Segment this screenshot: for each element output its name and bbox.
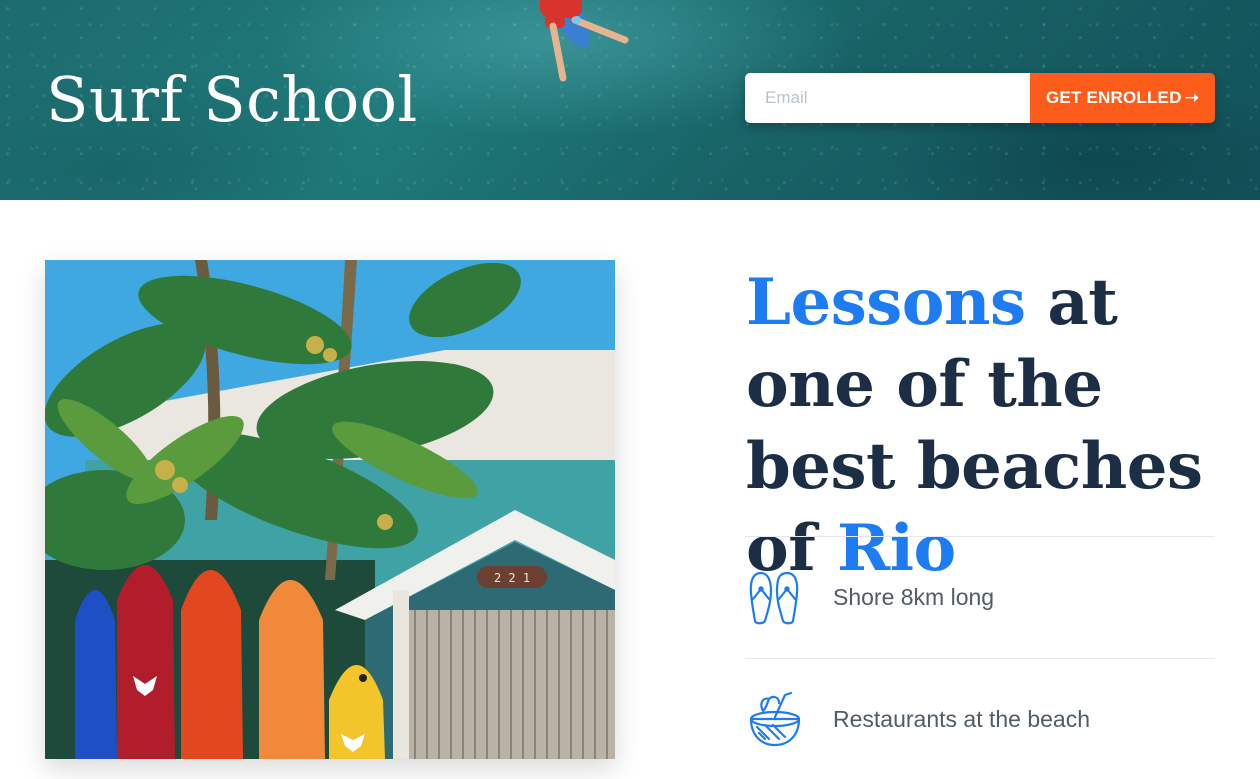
- divider: [745, 536, 1215, 537]
- get-enrolled-button[interactable]: GET ENROLLED ➝: [1030, 73, 1215, 123]
- feature-item: Restaurants at the beach: [745, 669, 1215, 769]
- feature-item: Shore 8km long: [745, 547, 1215, 647]
- headline: Lessons at one of the best beaches of Ri…: [746, 262, 1226, 590]
- enroll-form: GET ENROLLED ➝: [745, 73, 1215, 123]
- flip-flops-icon: [749, 571, 799, 625]
- hero-header: Surf School GET ENROLLED ➝: [0, 0, 1260, 200]
- divider: [745, 658, 1215, 659]
- feature-label: Restaurants at the beach: [833, 705, 1090, 732]
- surfer-image: [540, 0, 629, 82]
- email-input[interactable]: [745, 73, 1030, 123]
- headline-highlight-lessons: Lessons: [746, 265, 1026, 340]
- svg-text:2 2 1: 2 2 1: [494, 571, 530, 585]
- arrow-right-icon: ➝: [1184, 88, 1200, 107]
- get-enrolled-label: GET ENROLLED: [1045, 88, 1182, 107]
- surfboards-photo: 2 2 1: [45, 260, 615, 759]
- feature-label: Shore 8km long: [833, 583, 995, 610]
- brand-title: Surf School: [46, 63, 418, 136]
- coconut-drink-icon: [749, 691, 801, 747]
